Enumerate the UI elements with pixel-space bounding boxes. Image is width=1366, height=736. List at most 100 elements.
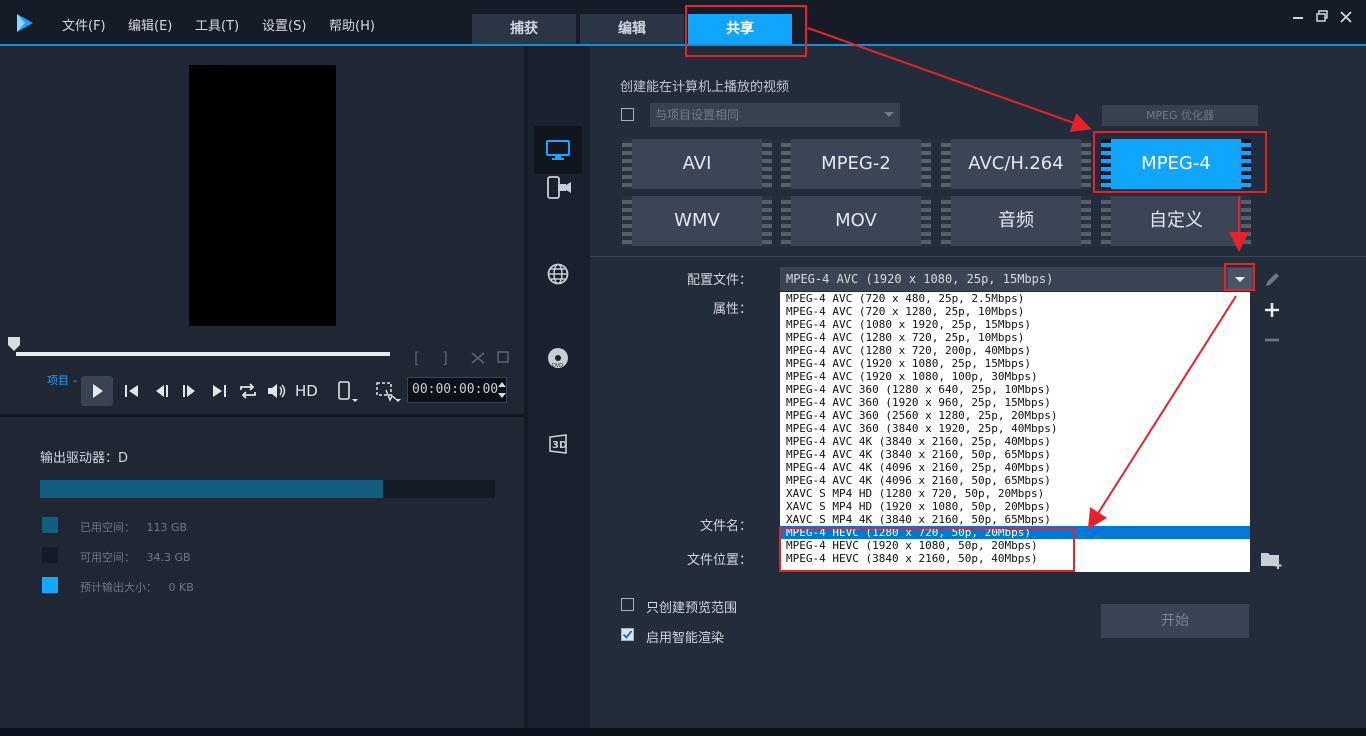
profile-option[interactable]: XAVC S MP4 HD (1920 x 1080, 50p, 20Mbps): [780, 500, 1250, 513]
start-button[interactable]: 开始: [1101, 604, 1249, 638]
sidebar-item-disc[interactable]: DVD: [534, 334, 582, 382]
scrub-handle[interactable]: [8, 337, 20, 351]
menu-file[interactable]: 文件(F): [62, 15, 106, 34]
plus-icon[interactable]: [1262, 300, 1282, 320]
previous-frame-icon[interactable]: [153, 382, 171, 400]
svg-text:[: [: [414, 349, 420, 367]
share-type-sidebar: DVD 3D: [528, 46, 590, 736]
sidebar-item-3d[interactable]: 3D: [534, 420, 582, 468]
profile-option[interactable]: MPEG-4 AVC 360 (1280 x 640, 25p, 10Mbps): [780, 383, 1250, 396]
file-location-label: 文件位置：: [686, 553, 752, 568]
hd-toggle[interactable]: HD: [295, 382, 318, 400]
tab-share[interactable]: 共享: [688, 14, 792, 44]
panel-divider: [0, 414, 524, 417]
profile-option[interactable]: MPEG-4 AVC 4K (3840 x 2160, 50p, 65Mbps): [780, 448, 1250, 461]
format-mpeg2-button[interactable]: MPEG-2: [781, 139, 931, 189]
volume-icon[interactable]: [266, 382, 288, 400]
profile-option[interactable]: MPEG-4 AVC (1920 x 1080, 100p, 30Mbps): [780, 370, 1250, 383]
format-mpeg4-button[interactable]: MPEG-4: [1101, 139, 1251, 189]
minus-icon[interactable]: [1262, 330, 1282, 350]
profile-select[interactable]: MPEG-4 AVC (1920 x 1080, 25p, 15Mbps): [780, 267, 1255, 291]
mobile-device-icon: [547, 176, 571, 199]
smart-render-checkbox[interactable]: [621, 628, 634, 641]
preview-range-label: 只创建预览范围: [646, 601, 738, 616]
estimated-size-label: 预计输出大小：: [80, 581, 157, 594]
format-audio-button[interactable]: 音频: [941, 196, 1091, 246]
profile-option[interactable]: MPEG-4 HEVC (1280 x 720, 50p, 20Mbps): [780, 526, 1250, 539]
close-icon[interactable]: [1340, 10, 1352, 24]
share-title: 创建能在计算机上播放的视频: [620, 80, 790, 95]
restore-icon[interactable]: [1316, 10, 1328, 24]
device-aspect-icon[interactable]: [336, 380, 360, 404]
disc-icon: DVD: [548, 348, 568, 369]
profile-option[interactable]: MPEG-4 AVC (720 x 1280, 25p, 10Mbps): [780, 305, 1250, 318]
preview-range-checkbox[interactable]: [621, 598, 634, 611]
folder-add-icon[interactable]: [1259, 548, 1283, 570]
profile-option[interactable]: MPEG-4 AVC 4K (4096 x 2160, 50p, 65Mbps): [780, 474, 1250, 487]
format-wmv-button[interactable]: WMV: [622, 196, 772, 246]
next-frame-icon[interactable]: [180, 382, 198, 400]
profile-option[interactable]: MPEG-4 AVC 4K (3840 x 2160, 25p, 40Mbps): [780, 435, 1250, 448]
repeat-icon[interactable]: [238, 382, 258, 400]
used-space-value: 113 GB: [146, 521, 188, 534]
profile-dropdown-list[interactable]: MPEG-4 AVC (720 x 480, 25p, 2.5Mbps) MPEG…: [780, 292, 1250, 572]
app-logo-icon: [17, 14, 33, 32]
status-strip: [0, 728, 1366, 736]
tab-capture[interactable]: 捕获: [472, 14, 576, 44]
crop-select-icon[interactable]: [374, 380, 402, 404]
profile-label: 配置文件：: [686, 273, 752, 288]
attributes-label: 属性：: [712, 302, 752, 317]
mpeg-optimizer-button[interactable]: MPEG 优化器: [1102, 105, 1258, 126]
profile-option[interactable]: MPEG-4 AVC 360 (3840 x 1920, 25p, 40Mbps…: [780, 422, 1250, 435]
pencil-icon[interactable]: [1262, 270, 1282, 290]
profile-option[interactable]: MPEG-4 AVC 360 (1920 x 960, 25p, 15Mbps): [780, 396, 1250, 409]
output-drive-label: 输出驱动器：D: [40, 451, 129, 466]
menu-tools[interactable]: 工具(T): [195, 15, 239, 34]
same-as-project-select[interactable]: 与项目设置相同: [650, 103, 900, 127]
profile-option[interactable]: MPEG-4 HEVC (3840 x 2160, 50p, 40Mbps): [780, 552, 1250, 565]
sidebar-item-web[interactable]: [534, 250, 582, 298]
format-custom-button[interactable]: 自定义: [1101, 196, 1251, 246]
checkmark-icon: [622, 630, 633, 639]
chevron-down-icon[interactable]: [1228, 268, 1252, 290]
profile-option[interactable]: MPEG-4 HEVC (1920 x 1080, 50p, 20Mbps): [780, 539, 1250, 552]
profile-option[interactable]: MPEG-4 AVC (1080 x 1920, 25p, 15Mbps): [780, 318, 1250, 331]
minimize-icon[interactable]: [1292, 10, 1304, 24]
profile-option[interactable]: MPEG-4 AVC 4K (4096 x 2160, 25p, 40Mbps): [780, 461, 1250, 474]
tab-edit[interactable]: 编辑: [580, 14, 684, 44]
go-to-end-icon[interactable]: [210, 382, 228, 400]
trim-tools: [ ]: [414, 349, 509, 367]
format-mov-button[interactable]: MOV: [781, 196, 931, 246]
menu-settings[interactable]: 设置(S): [262, 15, 306, 34]
project-mode-label[interactable]: 项目: [47, 374, 69, 387]
timecode-input[interactable]: 00:00:00:00: [407, 377, 507, 403]
format-avi-button[interactable]: AVI: [622, 139, 772, 189]
same-as-project-checkbox[interactable]: [621, 108, 634, 121]
smart-render-label: 启用智能渲染: [646, 631, 725, 646]
svg-text:]: ]: [442, 349, 448, 367]
estimated-size-value: 0 KB: [168, 581, 194, 594]
sidebar-item-device[interactable]: [534, 164, 582, 212]
format-avc-button[interactable]: AVC/H.264: [941, 139, 1091, 189]
free-space-swatch: [42, 547, 58, 563]
menu-help[interactable]: 帮助(H): [329, 15, 375, 34]
profile-option[interactable]: XAVC S MP4 4K (3840 x 2160, 50p, 65Mbps): [780, 513, 1250, 526]
profile-option[interactable]: MPEG-4 AVC (1280 x 720, 25p, 10Mbps): [780, 331, 1250, 344]
profile-option[interactable]: MPEG-4 AVC (1920 x 1080, 25p, 15Mbps): [780, 357, 1250, 370]
profile-option[interactable]: MPEG-4 AVC (1280 x 720, 200p, 40Mbps): [780, 344, 1250, 357]
profile-option[interactable]: MPEG-4 AVC 360 (2560 x 1280, 25p, 20Mbps…: [780, 409, 1250, 422]
drive-usage-fill: [40, 480, 383, 498]
profile-option[interactable]: MPEG-4 AVC (720 x 480, 25p, 2.5Mbps): [780, 292, 1250, 305]
play-icon: [93, 384, 103, 398]
play-button[interactable]: [81, 376, 113, 406]
menu-edit[interactable]: 编辑(E): [128, 15, 172, 34]
scrub-bar[interactable]: [16, 352, 390, 356]
monitor-icon: [546, 140, 570, 160]
free-space-value: 34.3 GB: [146, 551, 191, 564]
timecode-stepper[interactable]: [496, 378, 508, 402]
free-space-label: 可用空间：: [80, 551, 135, 564]
profile-option[interactable]: XAVC S MP4 HD (1280 x 720, 50p, 20Mbps): [780, 487, 1250, 500]
svg-text:DVD: DVD: [552, 363, 563, 369]
go-to-start-icon[interactable]: [123, 382, 141, 400]
drive-usage-bar: [40, 480, 495, 498]
